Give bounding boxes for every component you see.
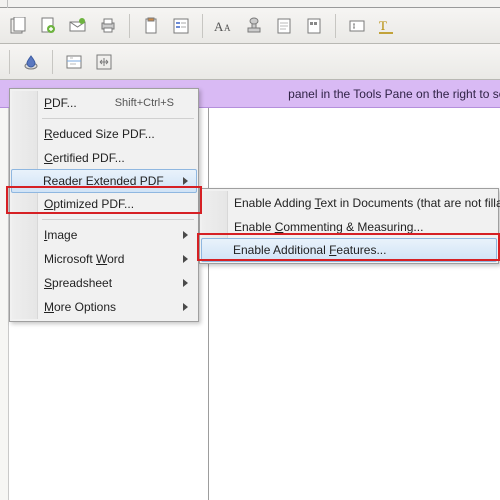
submenu-item-label: Enable Additional Features...: [233, 243, 386, 257]
pageview-icon[interactable]: [272, 14, 296, 38]
menu-item[interactable]: Image: [12, 223, 196, 247]
toolbar-separator: [129, 14, 130, 38]
clipboard-icon[interactable]: [139, 14, 163, 38]
svg-text:A: A: [224, 23, 231, 33]
menu-item[interactable]: Reduced Size PDF...: [12, 122, 196, 146]
page-divider: [208, 108, 209, 500]
scan-icon[interactable]: [62, 50, 86, 74]
submenu-item-label: Enable Commenting & Measuring...: [234, 220, 423, 234]
fit-icon[interactable]: [92, 50, 116, 74]
submenu-item-label: Enable Adding Text in Documents (that ar…: [234, 196, 500, 210]
menu-separator: [42, 118, 194, 119]
svg-text:T: T: [379, 18, 387, 33]
menu-item-label: Image: [44, 228, 77, 242]
toolbar-separator: [52, 50, 53, 74]
submenu-arrow-icon: [183, 303, 188, 311]
typewriter-icon[interactable]: T: [375, 14, 399, 38]
ink-icon[interactable]: [19, 50, 43, 74]
toolbar-row-1: AA T: [0, 8, 500, 44]
toolbar-row-2: [0, 44, 500, 80]
forms-icon[interactable]: [169, 14, 193, 38]
menu-item-label: Spreadsheet: [44, 276, 112, 290]
text-size-icon[interactable]: AA: [212, 14, 236, 38]
menu-item-label: Reduced Size PDF...: [44, 127, 155, 141]
menu-item-label: Reader Extended PDF: [43, 174, 164, 188]
text-field-icon[interactable]: [345, 14, 369, 38]
menu-item-label: Optimized PDF...: [44, 197, 134, 211]
submenu-arrow-icon: [183, 231, 188, 239]
submenu-item[interactable]: Enable Adding Text in Documents (that ar…: [202, 191, 496, 215]
menu-item-shortcut: Shift+Ctrl+S: [105, 97, 174, 109]
menu-item-label: Microsoft Word: [44, 252, 124, 266]
print-icon[interactable]: [96, 14, 120, 38]
menu-item[interactable]: Microsoft Word: [12, 247, 196, 271]
menu-item[interactable]: PDF... Shift+Ctrl+S: [12, 91, 196, 115]
menu-separator: [42, 219, 194, 220]
reader-extended-submenu: Enable Adding Text in Documents (that ar…: [199, 188, 499, 264]
toolbar-separator: [335, 14, 336, 38]
page-add-icon[interactable]: [36, 14, 60, 38]
menu-item[interactable]: Reader Extended PDF: [11, 169, 197, 193]
submenu-arrow-icon: [183, 279, 188, 287]
submenu-arrow-icon: [183, 255, 188, 263]
mail-pdf-icon[interactable]: [66, 14, 90, 38]
menu-item-label: Certified PDF...: [44, 151, 125, 165]
svg-text:A: A: [214, 19, 224, 34]
submenu-arrow-icon: [183, 177, 188, 185]
window-top-edge: [0, 0, 500, 8]
menu-item[interactable]: Certified PDF...: [12, 146, 196, 170]
toolbar-separator: [202, 14, 203, 38]
submenu-item[interactable]: Enable Commenting & Measuring...: [202, 215, 496, 239]
highlight-block-icon[interactable]: [302, 14, 326, 38]
info-bar-text: panel in the Tools Pane on the right to …: [288, 87, 500, 101]
menu-item-label: More Options: [44, 300, 116, 314]
submenu-item[interactable]: Enable Additional Features...: [201, 238, 497, 262]
nav-gutter: [0, 108, 9, 500]
stamp-icon[interactable]: [242, 14, 266, 38]
saveas-menu: PDF... Shift+Ctrl+S Reduced Size PDF... Cer…: [9, 88, 199, 322]
menu-item[interactable]: More Options: [12, 295, 196, 319]
menu-item-label: PDF...: [44, 96, 77, 110]
pages-icon[interactable]: [6, 14, 30, 38]
menu-item[interactable]: Optimized PDF...: [12, 192, 196, 216]
menu-item[interactable]: Spreadsheet: [12, 271, 196, 295]
toolbar-separator: [9, 50, 10, 74]
